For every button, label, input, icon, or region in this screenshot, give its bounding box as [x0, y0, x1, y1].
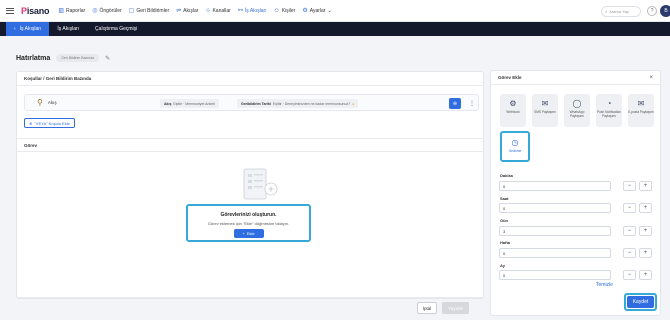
weeks-label: Hafta — [500, 240, 511, 245]
workflow-editor: Koşullar / Geri Bildirim Bazında ⚲ Akış … — [16, 71, 484, 299]
nav-item-ongoruler[interactable]: ◎ Öngörüler — [92, 7, 121, 15]
nav-item-raporlar[interactable]: ▥ Raporlar — [58, 7, 85, 15]
top-nav: Pisano ▥ Raporlar ◎ Öngörüler ▢ Geri Bildir… — [0, 0, 670, 22]
search-input[interactable]: ⌕ Arama Yap — [601, 6, 641, 17]
empty-state-illustration — [243, 168, 278, 200]
plus-icon: ⊕ — [29, 120, 33, 126]
nav-item-kanallar[interactable]: ⊹ Kanallar — [205, 7, 230, 15]
hours-decrement-button[interactable]: − — [623, 203, 636, 213]
task-tile-email[interactable]: ✉ E-posta Paylaşımı — [628, 94, 654, 127]
bar-chart-icon: ▥ — [58, 8, 64, 14]
hours-input[interactable]: 0 — [499, 203, 611, 213]
webhook-icon: ⚙ — [509, 99, 517, 108]
add-task-panel: Görev Ekle × ⚙ Webhook ✉ SMS Paylaşımı ◯… — [490, 70, 661, 316]
months-label: Ay — [500, 263, 505, 268]
task-header: Görev — [17, 138, 483, 152]
panel-header: Görev Ekle × — [491, 71, 660, 85]
weeks-decrement-button[interactable]: − — [623, 248, 636, 258]
days-increment-button[interactable]: + — [639, 226, 652, 236]
task-tile-push-notification[interactable]: ◔ Push Notification Paylaşımı — [596, 94, 622, 127]
page-header: Hatırlatma Geri Bildirim Bazında ✎ — [16, 54, 110, 62]
minutes-decrement-button[interactable]: − — [623, 181, 636, 191]
help-icon[interactable]: ? — [647, 6, 657, 16]
months-input[interactable]: 0 — [499, 270, 611, 280]
sub-nav: ‹ İş Akışları İş Akışları Çalıştırma Geçm… — [0, 22, 670, 36]
empty-state-card: Görevlerinizi oluşturun. Görev eklemek i… — [186, 204, 311, 242]
publish-button[interactable]: Yayınla — [442, 302, 469, 314]
panel-title: Görev Ekle — [498, 75, 522, 80]
more-options-icon[interactable]: ⋮ — [469, 98, 475, 109]
minutes-increment-button[interactable]: + — [639, 181, 652, 191]
task-tile-whatsapp[interactable]: ◯ WhatsApp Paylaşımı — [564, 94, 590, 127]
nav-item-ayarlar[interactable]: ⚙ Ayarlar ⌄ — [302, 7, 332, 15]
push-notification-icon: ◔ — [606, 99, 612, 108]
page-title: Hatırlatma — [16, 54, 51, 62]
broadcast-icon: ⊹ — [205, 8, 211, 14]
plus-icon: + — [242, 231, 245, 236]
condition-chip-flow[interactable]: Akış Eşittir · Memnuniyet Anketi — [160, 99, 219, 108]
email-icon: ✉ — [637, 99, 645, 108]
close-icon[interactable]: × — [649, 75, 653, 81]
avatar[interactable]: B — [660, 5, 670, 17]
type-badge: Geri Bildirim Bazında — [56, 54, 100, 62]
hours-label: Saat — [500, 196, 509, 201]
task-flow-icon: ⚯ — [237, 8, 243, 14]
empty-state-title: Görevlerinizi oluşturun. — [220, 212, 277, 218]
add-or-condition-button[interactable]: ⊕ "VEYA" Koşulu Ekle — [24, 118, 75, 128]
weeks-increment-button[interactable]: + — [639, 248, 652, 258]
tab-calistirma-gecmisi[interactable]: Çalıştırma Geçmişi — [87, 22, 145, 36]
whatsapp-icon: ◯ — [572, 99, 582, 108]
search-icon: ⌕ — [605, 9, 608, 14]
edit-icon[interactable]: ✎ — [105, 55, 110, 62]
person-icon: ☺ — [273, 7, 280, 14]
months-increment-button[interactable]: + — [639, 270, 652, 280]
condition-label: Akış — [47, 100, 57, 105]
chevron-left-icon: ‹ — [14, 26, 16, 32]
cancel-button[interactable]: İptal — [417, 302, 437, 314]
weeks-input[interactable]: 0 — [499, 248, 611, 258]
empty-state-description: Görev eklemek için "Ekle" düğmesine tıkl… — [207, 221, 290, 226]
nav-item-geri-bildirimler[interactable]: ▢ Geri Bildirimler — [128, 7, 169, 15]
flow-icon: ⚲ — [37, 98, 43, 107]
months-decrement-button[interactable]: − — [623, 270, 636, 280]
tab-is-akislari[interactable]: İş Akışları — [49, 22, 87, 36]
minutes-input[interactable]: 0 — [499, 181, 611, 191]
gear-icon: ⚙ — [302, 8, 308, 14]
add-task-button[interactable]: + Ekle — [233, 229, 264, 238]
emoji-icon: ● — [352, 101, 355, 106]
main-nav: ▥ Raporlar ◎ Öngörüler ▢ Geri Bildirimler ⇌… — [58, 7, 332, 15]
menu-icon[interactable] — [6, 7, 14, 14]
sms-icon: ✉ — [541, 99, 549, 108]
filter-icon: ⊜ — [452, 100, 458, 107]
task-tile-webhook[interactable]: ⚙ Webhook — [500, 94, 526, 127]
nav-item-is-akislari[interactable]: ⚯ İş Akışları — [237, 7, 267, 15]
hours-increment-button[interactable]: + — [639, 203, 652, 213]
filter-button[interactable]: ⊜ — [449, 98, 461, 109]
divider — [17, 297, 483, 298]
days-input[interactable]: 3 — [499, 226, 611, 236]
task-tile-sms[interactable]: ✉ SMS Paylaşımı — [532, 94, 558, 127]
days-decrement-button[interactable]: − — [623, 226, 636, 236]
conditions-header: Koşullar / Geri Bildirim Bazında — [17, 72, 483, 86]
condition-chip-date[interactable]: Geribildirim Tarihi Eşittir · Deneyiminiz… — [237, 99, 359, 108]
task-tile-delay[interactable]: ◷ Gecikme — [500, 131, 530, 162]
chevron-down-icon: ⌄ — [327, 7, 332, 14]
chat-icon: ▢ — [128, 8, 135, 14]
save-button[interactable]: Kaydet — [624, 293, 657, 311]
reset-button[interactable]: Temizle — [596, 282, 613, 288]
lightbulb-icon: ◎ — [92, 8, 98, 14]
logo[interactable]: Pisano — [21, 6, 50, 16]
flow-icon: ⇌ — [176, 8, 182, 14]
back-button[interactable]: ‹ İş Akışları — [6, 22, 50, 36]
nav-item-akislar[interactable]: ⇌ Akışlar — [176, 7, 198, 15]
nav-item-kisiler[interactable]: ☺ Kişiler — [274, 8, 296, 14]
clock-icon: ◷ — [511, 138, 519, 147]
condition-row: ⚲ Akış Akış Eşittir · Memnuniyet Anketi G… — [24, 94, 479, 111]
minutes-label: Dakika — [500, 173, 513, 178]
days-label: Gün — [500, 218, 508, 223]
